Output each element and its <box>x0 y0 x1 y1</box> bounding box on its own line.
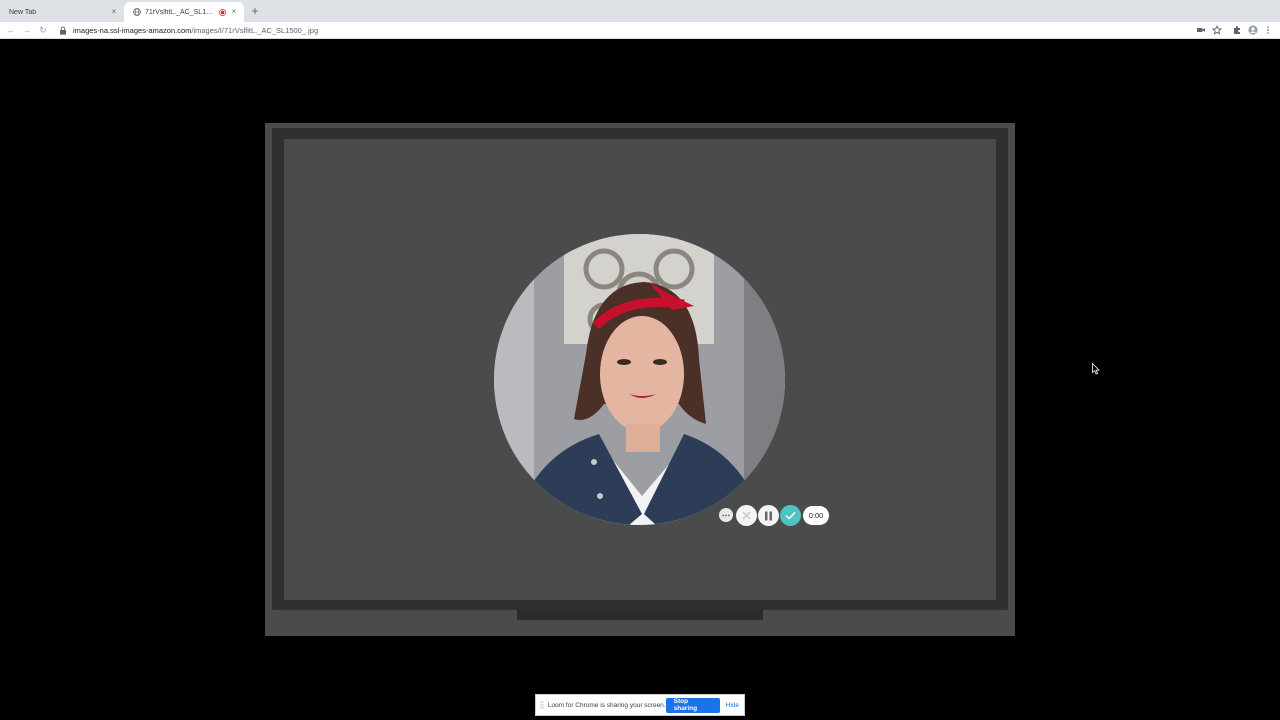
tv-stand <box>517 610 763 620</box>
tab-title: 71rVslfitL._AC_SL1500_.jpg <box>145 8 215 16</box>
recording-icon <box>219 8 226 16</box>
url-domain: images-na.ssl-images-amazon.com <box>73 25 192 35</box>
webcam-feed <box>494 234 785 525</box>
finish-recording-button[interactable] <box>780 505 801 526</box>
cancel-recording-button[interactable] <box>736 505 757 526</box>
back-icon[interactable]: ← <box>6 25 16 35</box>
ellipsis-icon <box>722 514 730 516</box>
lock-icon[interactable] <box>59 26 67 35</box>
share-message: Loom for Chrome is sharing your screen. <box>547 701 666 709</box>
stop-sharing-button[interactable]: Stop sharing <box>665 697 720 713</box>
more-options-button[interactable] <box>719 508 733 522</box>
recording-timer: 0:00 <box>803 506 829 525</box>
menu-icon[interactable] <box>1265 25 1271 35</box>
tab-close-icon[interactable]: × <box>230 8 238 16</box>
extensions-icon[interactable] <box>1232 25 1242 35</box>
tab-title: New Tab <box>9 8 37 16</box>
reload-icon[interactable]: ↻ <box>38 25 48 35</box>
browser-toolbar: ← → ↻ images-na.ssl-images-amazon.com/im… <box>0 22 1280 39</box>
screen-share-bar: Loom for Chrome is sharing your screen. … <box>535 694 745 716</box>
tab-new-tab[interactable]: New Tab × <box>0 2 124 22</box>
address-bar[interactable]: images-na.ssl-images-amazon.com/images/I… <box>55 23 1190 37</box>
tab-strip: New Tab × 71rVslfitL._AC_SL1500_.jpg × + <box>0 0 1280 22</box>
webcam-bubble[interactable] <box>494 234 785 525</box>
camera-icon[interactable] <box>1196 25 1206 35</box>
check-icon <box>785 511 796 520</box>
globe-icon <box>133 8 141 16</box>
forward-icon[interactable]: → <box>22 25 32 35</box>
new-tab-button[interactable]: + <box>249 5 261 17</box>
mouse-cursor-icon <box>1092 363 1100 375</box>
close-icon <box>742 511 751 520</box>
url-path: /images/I/71rVslfitL._AC_SL1500_.jpg <box>191 25 319 35</box>
pause-icon <box>765 511 772 520</box>
drag-handle-icon[interactable] <box>540 700 544 710</box>
tab-image[interactable]: 71rVslfitL._AC_SL1500_.jpg × <box>124 2 244 22</box>
pause-recording-button[interactable] <box>758 505 779 526</box>
star-icon[interactable] <box>1212 25 1222 35</box>
tab-close-icon[interactable]: × <box>110 8 118 16</box>
profile-icon[interactable] <box>1248 25 1258 35</box>
hide-button[interactable]: Hide <box>726 702 739 709</box>
